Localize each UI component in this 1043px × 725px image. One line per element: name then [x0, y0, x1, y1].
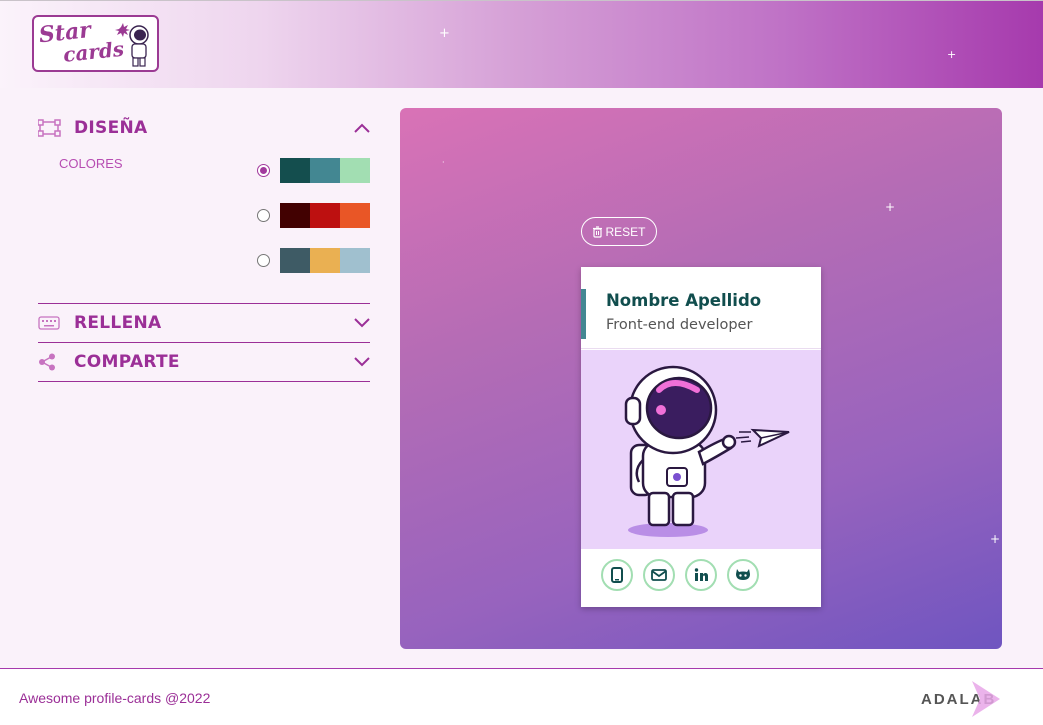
mail-icon[interactable]	[643, 559, 675, 591]
card-preview-area: · + + RESET Nombre Apellido Front-end de…	[400, 108, 1002, 649]
reset-button[interactable]: RESET	[581, 217, 657, 246]
sparkle-icon: +	[947, 48, 957, 61]
card-accent-bar	[581, 289, 586, 339]
palette-swatch	[310, 158, 340, 183]
design-section-title: DISEÑA	[74, 118, 148, 138]
chevron-down-icon[interactable]	[354, 357, 370, 367]
palette-swatch	[280, 248, 310, 273]
adalab-arrow-icon	[972, 681, 1001, 717]
phone-icon[interactable]	[601, 559, 633, 591]
chevron-up-icon[interactable]	[354, 123, 370, 133]
section-divider	[38, 381, 370, 382]
palette-radio-3[interactable]	[257, 254, 270, 267]
astronaut-illustration	[624, 365, 790, 537]
palette-swatch	[280, 203, 310, 228]
palette-swatch	[340, 203, 370, 228]
card-name: Nombre Apellido	[606, 291, 762, 310]
palette-option-2[interactable]	[257, 203, 370, 228]
palette-swatch	[310, 203, 340, 228]
adalab-logo[interactable]: ADALAB	[921, 681, 1001, 717]
colors-area: COLORES	[38, 148, 370, 303]
sparkle-icon: ·	[442, 158, 445, 167]
palette-swatch	[340, 158, 370, 183]
card-header: Nombre Apellido Front-end developer	[581, 267, 821, 349]
colors-label: COLORES	[59, 156, 123, 171]
profile-card: Nombre Apellido Front-end developer	[581, 267, 821, 607]
card-image	[581, 350, 821, 549]
card-job: Front-end developer	[606, 317, 753, 333]
keyboard-icon	[38, 314, 62, 332]
palette-swatch	[340, 248, 370, 273]
design-icon	[38, 119, 62, 137]
logo-text: Star cards	[37, 17, 126, 67]
card-social-icons	[601, 559, 769, 591]
share-icon	[38, 353, 62, 371]
sparkle-icon: +	[885, 200, 896, 214]
form-panel: DISEÑA COLORES RELLENA COMPARTE	[38, 108, 370, 382]
palette-swatch	[280, 158, 310, 183]
fill-section-title: RELLENA	[74, 313, 162, 333]
star-cards-logo[interactable]: Star cards	[32, 15, 159, 72]
page-footer: Awesome profile-cards @2022 ADALAB	[0, 668, 1043, 725]
palette-option-1[interactable]	[257, 158, 370, 183]
linkedin-icon[interactable]	[685, 559, 717, 591]
page-header: Star cards + +	[0, 0, 1043, 88]
palette-swatch	[310, 248, 340, 273]
reset-label: RESET	[605, 224, 646, 239]
sparkle-icon: +	[990, 532, 1001, 546]
copyright-text: Awesome profile-cards @2022	[19, 690, 211, 706]
palette-radio-1[interactable]	[257, 164, 270, 177]
design-section-header[interactable]: DISEÑA	[38, 108, 370, 148]
chevron-down-icon[interactable]	[354, 318, 370, 328]
share-section-header[interactable]: COMPARTE	[38, 343, 370, 381]
palette-option-3[interactable]	[257, 248, 370, 273]
trash-icon	[593, 225, 603, 238]
share-section-title: COMPARTE	[74, 352, 180, 372]
fill-section-header[interactable]: RELLENA	[38, 304, 370, 342]
astronaut-logo-icon	[115, 23, 149, 67]
sparkle-icon: +	[439, 26, 450, 41]
github-icon[interactable]	[727, 559, 759, 591]
palette-radio-2[interactable]	[257, 209, 270, 222]
